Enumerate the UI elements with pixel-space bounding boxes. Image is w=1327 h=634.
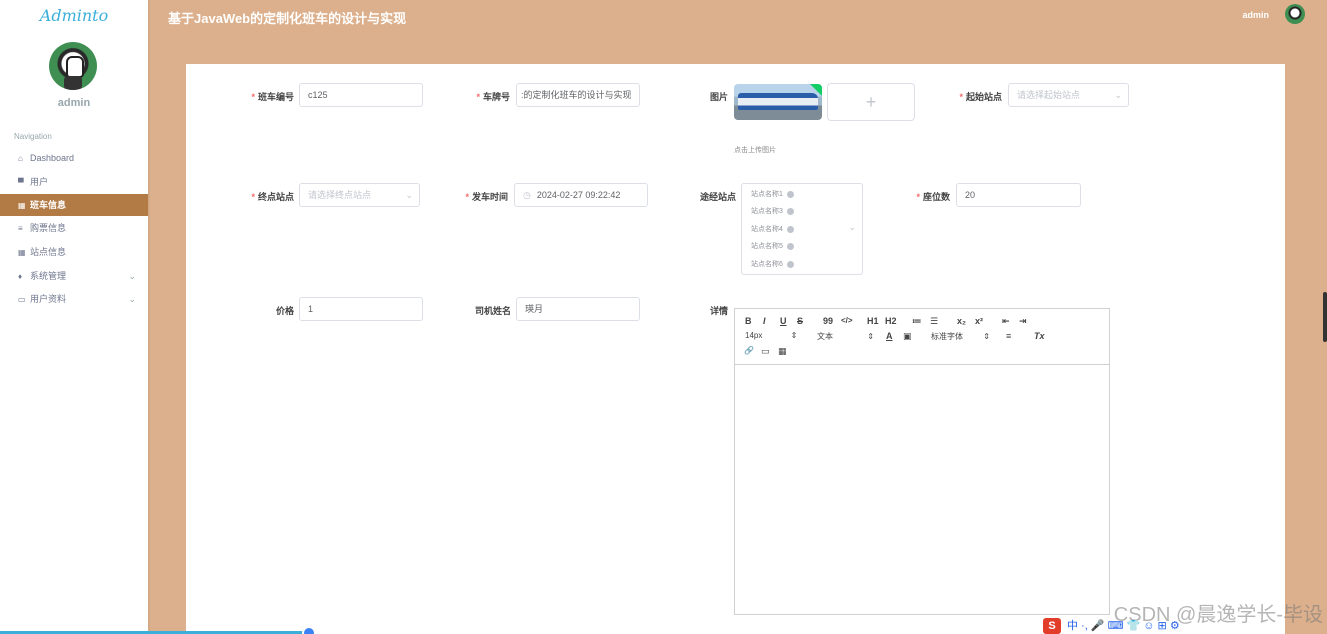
h2-button[interactable]: H2	[885, 316, 897, 326]
align-button[interactable]: ≡	[1006, 331, 1011, 341]
image-label: 图片	[709, 92, 728, 102]
price-label: 价格	[275, 306, 294, 316]
plate-input[interactable]: :的定制化班车的设计与实现	[516, 83, 640, 107]
chevron-down-icon: ⌄	[1114, 90, 1122, 100]
bold-button[interactable]: B	[745, 316, 752, 326]
depart-time-label: * 发车时间	[465, 192, 508, 202]
video-button[interactable]: ▦	[778, 346, 787, 357]
upload-add-button[interactable]: +	[827, 83, 915, 121]
via-tag: 站点名称1	[751, 189, 794, 199]
outdent-button[interactable]: ⇤	[1002, 316, 1010, 327]
page-scrollbar[interactable]	[1323, 292, 1327, 342]
end-station-select[interactable]: 请选择终点站点 ⌄	[299, 183, 420, 207]
link-button[interactable]: 🔗	[744, 346, 754, 355]
tag-close-icon[interactable]	[786, 260, 794, 268]
h1-button[interactable]: H1	[867, 316, 879, 326]
sidebar-item-bus-info[interactable]: ▦ 班车信息	[0, 194, 148, 216]
via-tag: 站点名称3	[751, 206, 794, 216]
app-logo[interactable]: Adminto	[0, 6, 148, 25]
nav-heading: Navigation	[14, 132, 52, 141]
tag-close-icon[interactable]	[786, 225, 794, 233]
via-tag: 站点名称5	[751, 241, 794, 251]
driver-input[interactable]: 瑛月	[516, 297, 640, 321]
price-input[interactable]: 1	[299, 297, 423, 321]
bus-image-thumbnail[interactable]	[734, 84, 822, 120]
tag-close-icon[interactable]	[786, 190, 794, 198]
seats-label: * 座位数	[916, 192, 950, 202]
via-stations-label: 途经站点	[699, 192, 736, 202]
user-icon: ▀	[18, 178, 24, 187]
via-tag: 站点名称6	[751, 259, 794, 269]
driver-label: 司机姓名	[474, 306, 511, 316]
sidebar-item-tickets[interactable]: ≡ 购票信息	[0, 217, 148, 239]
progress-handle[interactable]	[302, 626, 316, 634]
bus-photo	[738, 93, 818, 110]
via-tag: 站点名称4	[751, 224, 794, 234]
form-card: * 班车编号 c125 * 车牌号 :的定制化班车的设计与实现 图片 + 点击上传图…	[186, 64, 1285, 634]
start-station-label: * 起始站点	[959, 92, 1002, 102]
start-station-select[interactable]: 请选择起始站点 ⌄	[1008, 83, 1129, 107]
chevron-down-icon: ⌄	[405, 190, 413, 200]
indent-button[interactable]: ⇥	[1019, 316, 1027, 327]
sogou-icon: S	[1043, 618, 1061, 634]
subscript-button[interactable]: x₂	[957, 316, 966, 326]
grid-icon: ▦	[18, 248, 26, 257]
end-station-label: * 终点站点	[251, 192, 294, 202]
chevron-down-icon: ⌄	[128, 294, 136, 304]
uploaded-check-icon	[810, 84, 822, 96]
select-arrow-icon: ⇕	[790, 331, 798, 340]
editor-toolbar: B I U S 99 </> H1 H2 ≔ ☰ x₂ x² ⇤ ⇥ 14px …	[735, 309, 1109, 365]
rich-text-editor: B I U S 99 </> H1 H2 ≔ ☰ x₂ x² ⇤ ⇥ 14px …	[734, 308, 1110, 615]
home-icon: ⌂	[18, 154, 23, 163]
seats-input[interactable]: 20	[956, 183, 1081, 207]
strike-button[interactable]: S	[797, 316, 803, 326]
topbar-username[interactable]: admin	[1242, 10, 1269, 20]
via-stations-select[interactable]: 站点名称1 站点名称3 站点名称4 站点名称5 站点名称6 ⌄	[741, 183, 863, 275]
code-block-button[interactable]: </>	[841, 316, 853, 325]
tag-close-icon[interactable]	[786, 242, 794, 250]
list-icon: ≡	[18, 224, 23, 233]
font-family-select[interactable]: 标准字体 ⇕	[931, 331, 990, 342]
sidebar-item-dashboard[interactable]: ⌂ Dashboard	[0, 147, 148, 169]
chevron-down-icon: ⌄	[848, 222, 856, 232]
chevron-down-icon: ⌄	[128, 271, 136, 281]
sidebar-item-profile[interactable]: ▭ 用户资料 ⌄	[0, 288, 148, 310]
doc-icon: ▭	[18, 295, 26, 304]
editor-content-area[interactable]	[735, 366, 1109, 614]
select-arrow-icon: ⇕	[983, 332, 990, 341]
sidebar: Adminto admin Navigation ⌂ Dashboard ▀ 用户 …	[0, 0, 148, 634]
gear-icon: ♦	[18, 272, 23, 281]
ime-toolbar[interactable]: S中 ·, 🎤 ⌨ 👕 ☺ ⊞ ⚙	[1043, 617, 1180, 634]
header-select[interactable]: 文本 ⇕	[817, 331, 874, 342]
superscript-button[interactable]: x²	[975, 316, 983, 326]
blockquote-button[interactable]: 99	[823, 316, 833, 326]
avatar[interactable]	[49, 42, 97, 90]
bullet-list-button[interactable]: ☰	[930, 316, 938, 327]
topbar-avatar[interactable]	[1285, 4, 1305, 24]
clock-icon: ◷	[523, 190, 531, 200]
plate-label: * 车牌号	[476, 92, 510, 102]
sidebar-item-stations[interactable]: ▦ 站点信息	[0, 241, 148, 263]
image-button[interactable]: ▭	[761, 346, 770, 357]
sidebar-item-system[interactable]: ♦ 系统管理 ⌄	[0, 265, 148, 287]
clear-format-button[interactable]: Tx	[1034, 331, 1045, 341]
depart-time-picker[interactable]: ◷ 2024-02-27 09:22:42	[514, 183, 648, 207]
ordered-list-button[interactable]: ≔	[912, 316, 922, 327]
italic-button[interactable]: I	[763, 316, 766, 326]
page-title: 基于JavaWeb的定制化班车的设计与实现	[168, 11, 407, 26]
bus-no-input[interactable]: c125	[299, 83, 423, 107]
upload-tip: 点击上传图片	[734, 147, 776, 154]
detail-label: 详情	[709, 306, 728, 316]
underline-button[interactable]: U	[780, 316, 787, 326]
bus-no-label: * 班车编号	[251, 92, 294, 102]
tag-close-icon[interactable]	[786, 207, 794, 215]
font-size-select[interactable]: 14px ⇕	[745, 331, 797, 340]
sidebar-username: admin	[57, 97, 91, 109]
grid-icon: ▦	[18, 201, 26, 210]
font-color-button[interactable]: A	[886, 331, 893, 341]
select-arrow-icon: ⇕	[867, 332, 874, 341]
sidebar-item-users[interactable]: ▀ 用户	[0, 171, 148, 193]
background-color-button[interactable]: ▣	[903, 331, 912, 342]
